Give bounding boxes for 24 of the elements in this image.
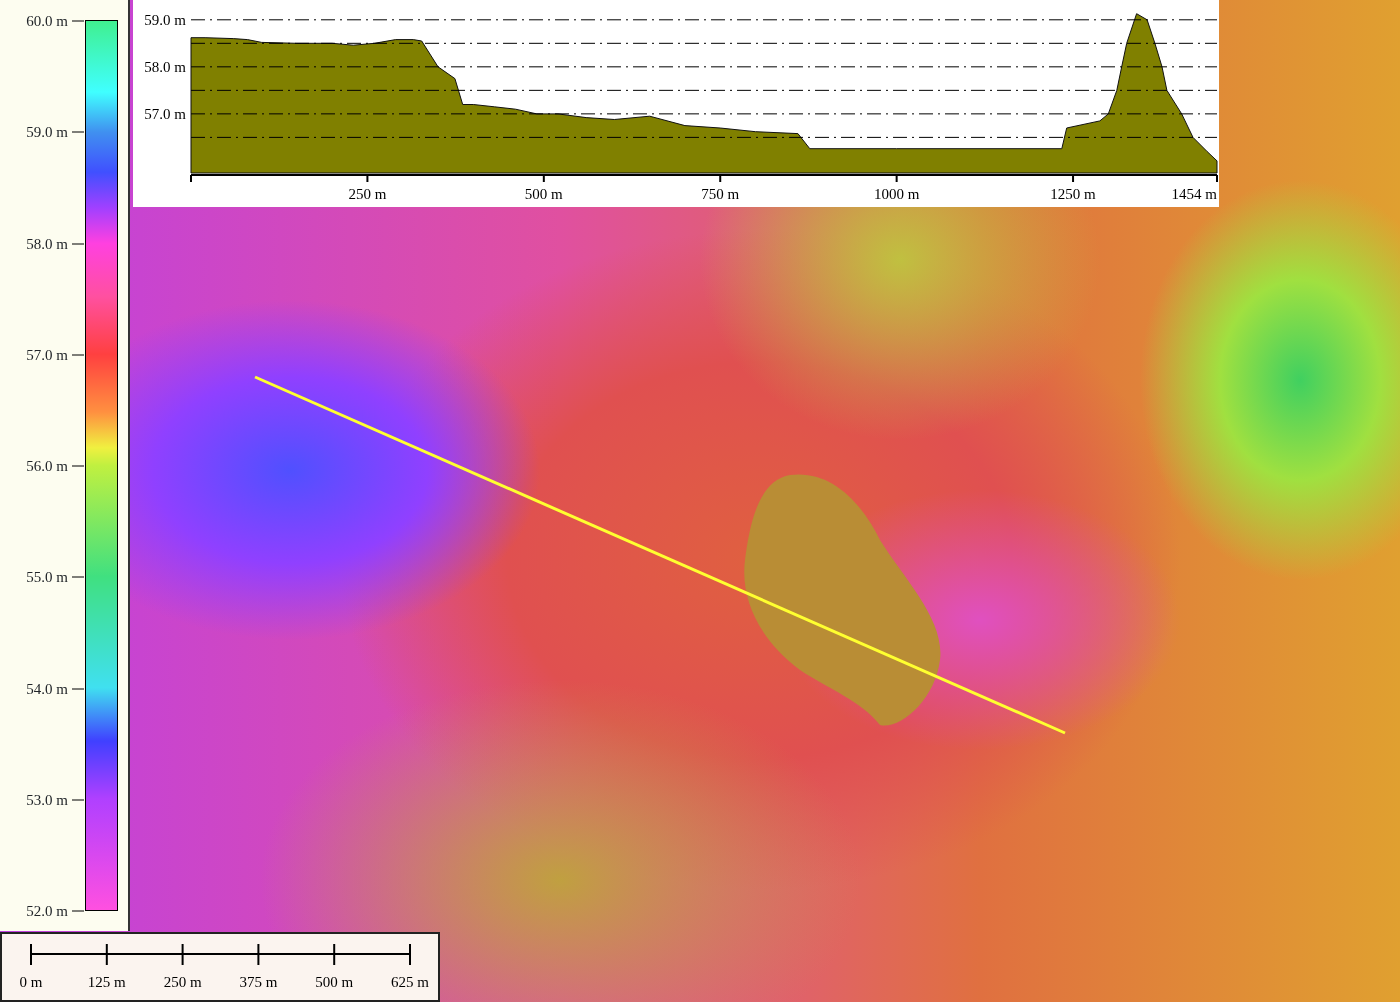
x-axis-label: 750 m	[701, 186, 740, 202]
y-axis-label: 57.0 m	[144, 105, 186, 122]
x-axis-label: 1454 m	[1171, 186, 1217, 202]
y-axis-label: 59.0 m	[144, 11, 186, 28]
scale-label: 375 m	[239, 974, 278, 990]
scale-label: 125 m	[87, 974, 126, 990]
y-axis-label: 58.0 m	[144, 58, 186, 75]
elevation-label: 56.0 m	[26, 458, 68, 474]
scale-label: 250 m	[163, 974, 202, 990]
x-axis-label: 250 m	[348, 186, 387, 202]
elevation-label: 52.0 m	[26, 903, 68, 919]
x-axis-label: 1000 m	[873, 186, 920, 202]
elevation-label: 53.0 m	[26, 792, 68, 808]
scale-label: 625 m	[391, 974, 429, 990]
scale-label: 0 m	[19, 974, 43, 990]
elevation-label: 55.0 m	[26, 569, 68, 585]
elevation-label: 59.0 m	[26, 124, 68, 140]
x-axis-label: 1250 m	[1050, 186, 1096, 202]
x-axis-label: 500 m	[524, 186, 563, 202]
elevation-label: 54.0 m	[26, 681, 68, 696]
elevation-label: 58.0 m	[26, 236, 68, 251]
scale-label: 500 m	[315, 974, 354, 990]
elevation-label: 57.0 m	[26, 347, 68, 363]
elevation-label: 60.0 m	[26, 13, 68, 29]
